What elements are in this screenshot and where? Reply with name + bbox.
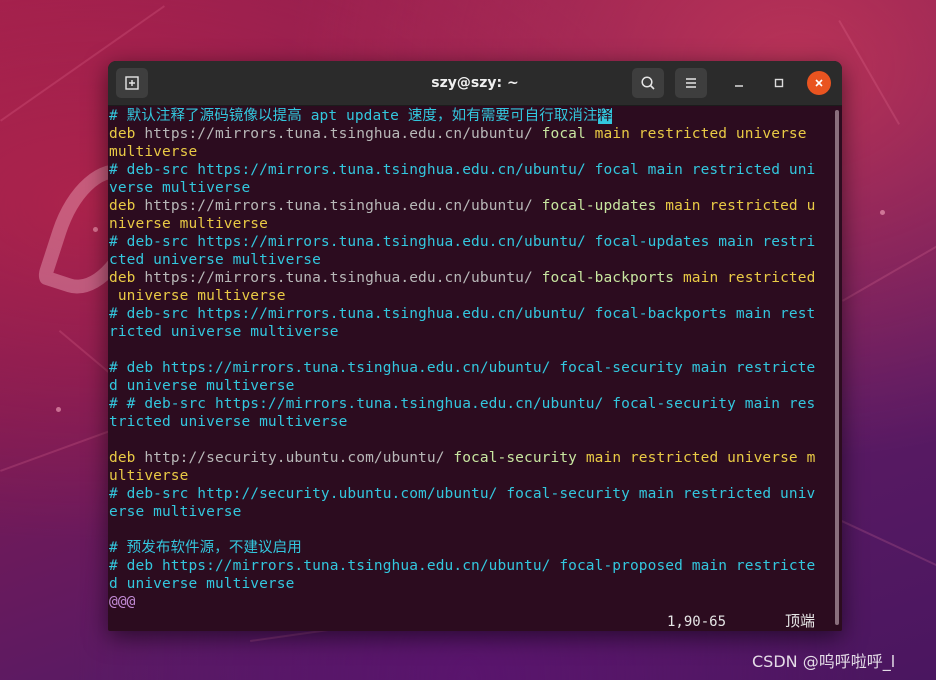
terminal-text-segment: http://security.ubuntu.com/ubuntu/: [144, 450, 454, 466]
terminal-line: # deb https://mirrors.tuna.tsinghua.edu.…: [109, 359, 815, 377]
terminal-text-segment: universe multiverse: [109, 288, 286, 304]
terminal-text-segment: # deb-src https://mirrors.tuna.tsinghua.…: [109, 306, 816, 322]
terminal-line: # # deb-src https://mirrors.tuna.tsinghu…: [109, 395, 815, 413]
terminal-text-segment: niverse multiverse: [109, 216, 268, 232]
terminal-line: deb https://mirrors.tuna.tsinghua.edu.cn…: [109, 125, 815, 143]
new-tab-button[interactable]: [116, 68, 148, 98]
terminal-line: multiverse: [109, 143, 197, 161]
terminal-text-segment: focal-updates: [541, 198, 666, 214]
terminal-text-segment: focal-backports: [541, 270, 683, 286]
window-titlebar[interactable]: szy@szy: ~: [108, 61, 842, 106]
terminal-line: universe multiverse: [109, 287, 286, 305]
cursor-position: 1,90-65: [667, 614, 727, 630]
search-icon: [641, 76, 655, 90]
terminal-line: erse multiverse: [109, 503, 241, 521]
terminal-line: # deb https://mirrors.tuna.tsinghua.edu.…: [109, 557, 815, 575]
terminal-text-segment: https://mirrors.tuna.tsinghua.edu.cn/ubu…: [144, 270, 542, 286]
terminal-text-segment: # deb-src https://mirrors.tuna.tsinghua.…: [109, 234, 816, 250]
terminal-line: # deb-src https://mirrors.tuna.tsinghua.…: [109, 161, 815, 179]
terminal-text-segment: # # deb-src https://mirrors.tuna.tsinghu…: [109, 396, 816, 412]
terminal-line: deb http://security.ubuntu.com/ubuntu/ f…: [109, 449, 815, 467]
terminal-text-segment: # deb https://mirrors.tuna.tsinghua.edu.…: [109, 558, 816, 574]
terminal-line: deb https://mirrors.tuna.tsinghua.edu.cn…: [109, 269, 815, 287]
terminal-text-segment: # deb-src http://security.ubuntu.com/ubu…: [109, 486, 816, 502]
terminal-line: # deb-src https://mirrors.tuna.tsinghua.…: [109, 305, 815, 323]
terminal-text-segment: ricted universe multiverse: [109, 324, 339, 340]
terminal-line: ultiverse: [109, 467, 188, 485]
new-tab-icon: [125, 76, 139, 90]
close-button[interactable]: [807, 71, 831, 95]
terminal-line: # 预发布软件源，不建议启用: [109, 539, 302, 557]
terminal-text-segment: # 默认注释了源码镜像以提高 apt update 速度，如有需要可自行取消注: [109, 108, 598, 124]
terminal-line: # 默认注释了源码镜像以提高 apt update 速度，如有需要可自行取消注释: [109, 107, 613, 125]
terminal-line: tricted universe multiverse: [109, 413, 347, 431]
terminal-line: deb https://mirrors.tuna.tsinghua.edu.cn…: [109, 197, 815, 215]
terminal-text-segment: deb: [109, 270, 145, 286]
terminal-line: # deb-src http://security.ubuntu.com/ubu…: [109, 485, 815, 503]
terminal-line: ricted universe multiverse: [109, 323, 339, 341]
menu-button[interactable]: [675, 68, 707, 98]
terminal-text-segment: ultiverse: [109, 468, 189, 484]
scroll-indicator: 顶端: [785, 612, 816, 630]
terminal-text-segment: https://mirrors.tuna.tsinghua.edu.cn/ubu…: [144, 198, 542, 214]
terminal-line: cted universe multiverse: [109, 251, 321, 269]
search-button[interactable]: [632, 68, 664, 98]
terminal-line: d universe multiverse: [109, 575, 294, 593]
terminal-window: szy@szy: ~ # 默认注释了源码镜像以提高 apt update 速度，…: [108, 61, 842, 631]
terminal-text-segment: focal-security: [453, 450, 586, 466]
terminal-text-segment: main restricted universe m: [585, 450, 816, 466]
terminal-text-segment: erse multiverse: [109, 504, 242, 520]
terminal-text-segment: deb: [109, 126, 145, 142]
minimize-button[interactable]: [727, 71, 751, 95]
terminal-text-segment: @@@: [109, 594, 136, 610]
close-icon: [815, 79, 823, 87]
terminal-text-segment: deb: [109, 450, 145, 466]
terminal-text-segment: multiverse: [109, 144, 198, 160]
terminal-text-segment: # deb https://mirrors.tuna.tsinghua.edu.…: [109, 360, 816, 376]
terminal-line: niverse multiverse: [109, 215, 268, 233]
terminal-text-segment: d universe multiverse: [109, 576, 295, 592]
terminal-line: # deb-src https://mirrors.tuna.tsinghua.…: [109, 233, 815, 251]
terminal-text-segment: # 预发布软件源，不建议启用: [109, 540, 302, 556]
terminal-text-segment: https://mirrors.tuna.tsinghua.edu.cn/ubu…: [144, 126, 542, 142]
maximize-icon: [774, 78, 784, 88]
terminal-line: verse multiverse: [109, 179, 250, 197]
terminal-line: @@@: [109, 593, 136, 611]
terminal-text-segment: cted universe multiverse: [109, 252, 321, 268]
terminal-text-segment: verse multiverse: [109, 180, 251, 196]
terminal-text-segment: tricted universe multiverse: [109, 414, 348, 430]
terminal-text-segment: deb: [109, 198, 145, 214]
terminal-text-segment: d universe multiverse: [109, 378, 295, 394]
terminal-text-segment: main restricted universe: [594, 126, 816, 142]
terminal-text-segment: focal: [541, 126, 595, 142]
terminal-line: d universe multiverse: [109, 377, 294, 395]
maximize-button[interactable]: [767, 71, 791, 95]
scrollbar-thumb[interactable]: [835, 110, 839, 625]
terminal-text-segment: # deb-src https://mirrors.tuna.tsinghua.…: [109, 162, 816, 178]
terminal-text-segment: main restricted u: [665, 198, 816, 214]
terminal-text-area[interactable]: # 默认注释了源码镜像以提高 apt update 速度，如有需要可自行取消注释…: [108, 106, 830, 631]
minimize-icon: [735, 85, 743, 87]
watermark: CSDN @呜呼啦呼_l: [752, 652, 896, 671]
hamburger-menu-icon: [686, 78, 696, 88]
scrollbar[interactable]: [832, 106, 842, 631]
terminal-text-segment: main restricted: [682, 270, 816, 286]
text-cursor: 释: [597, 108, 613, 124]
